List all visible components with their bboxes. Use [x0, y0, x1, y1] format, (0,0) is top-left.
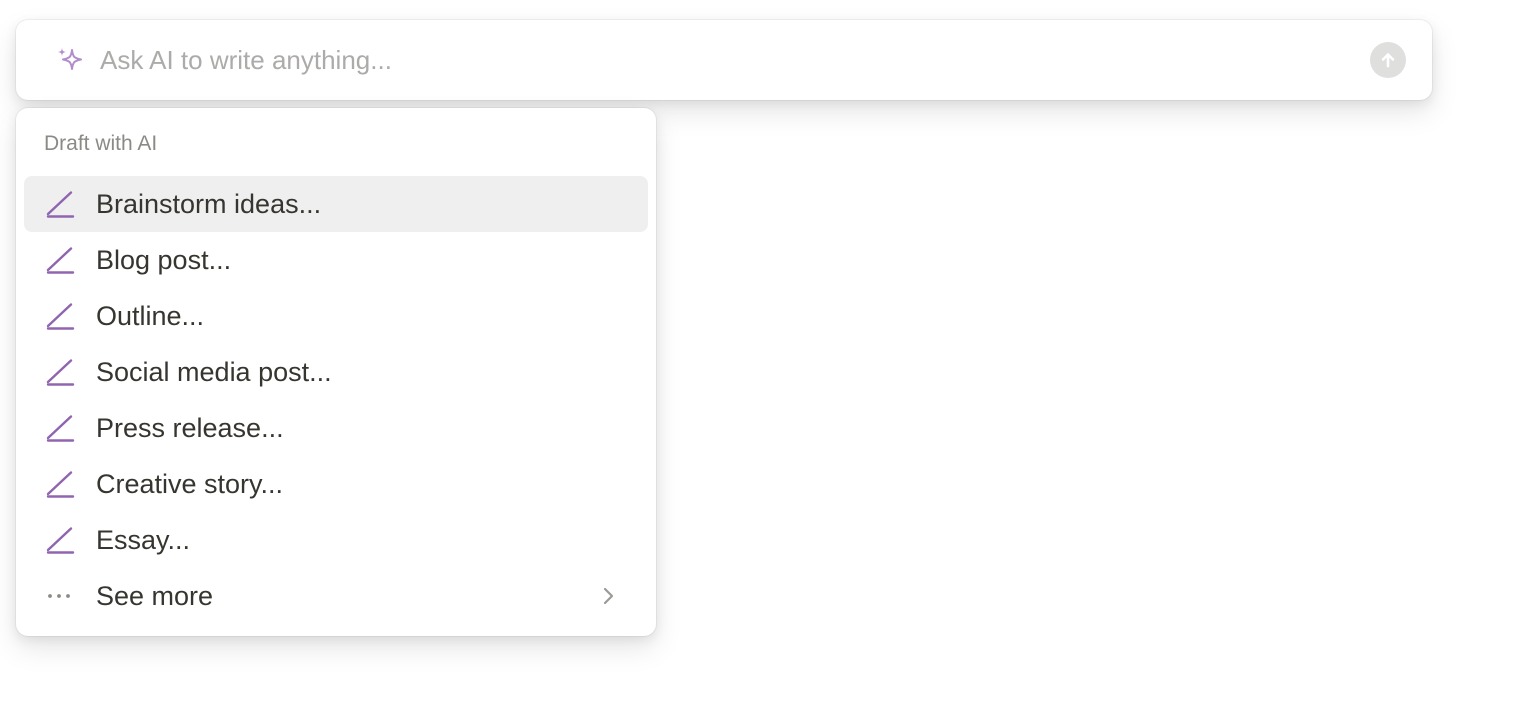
pencil-icon — [46, 415, 75, 442]
menu-item-creative-story[interactable]: Creative story... — [24, 456, 648, 512]
pencil-icon — [46, 247, 75, 274]
pencil-icon — [46, 359, 75, 386]
menu-item-label: Essay... — [96, 524, 191, 555]
draft-with-ai-menu: Draft with AI Brainstorm ideas... Blog p… — [16, 108, 656, 636]
submit-button[interactable] — [1370, 42, 1406, 78]
menu-item-blog-post[interactable]: Blog post... — [24, 232, 648, 288]
menu-item-label: Brainstorm ideas... — [96, 188, 322, 219]
menu-item-press-release[interactable]: Press release... — [24, 400, 648, 456]
arrow-up-icon — [1381, 53, 1395, 68]
menu-item-essay[interactable]: Essay... — [24, 512, 648, 568]
menu-item-label: Blog post... — [96, 244, 232, 275]
sparkle-icon — [58, 48, 82, 70]
menu-header: Draft with AI — [44, 132, 158, 155]
menu-item-label: Creative story... — [96, 468, 284, 499]
menu-item-brainstorm-ideas[interactable]: Brainstorm ideas... — [24, 176, 648, 232]
menu-list: Brainstorm ideas... Blog post... Outline… — [24, 176, 648, 624]
ai-prompt-bar — [16, 20, 1432, 100]
ai-prompt-input[interactable] — [100, 42, 1360, 78]
menu-item-outline[interactable]: Outline... — [24, 288, 648, 344]
pencil-icon — [46, 303, 75, 330]
menu-item-label: Outline... — [96, 300, 205, 331]
menu-item-label: Social media post... — [96, 356, 332, 387]
chevron-right-icon — [603, 587, 614, 605]
pencil-icon — [46, 191, 75, 218]
menu-item-label: See more — [96, 580, 214, 611]
menu-item-see-more[interactable]: See more — [24, 568, 648, 624]
menu-item-social-media-post[interactable]: Social media post... — [24, 344, 648, 400]
menu-item-label: Press release... — [96, 412, 284, 443]
more-dots-icon — [48, 594, 70, 598]
pencil-icon — [46, 527, 75, 554]
pencil-icon — [46, 471, 75, 498]
